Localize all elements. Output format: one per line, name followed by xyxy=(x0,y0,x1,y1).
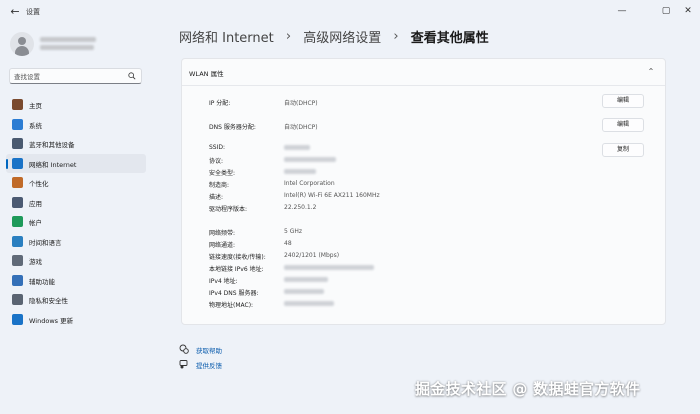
sidebar-item-accessibility[interactable]: 辅助功能 xyxy=(6,271,146,291)
network-band-label: 网络频带: xyxy=(209,230,236,237)
search-box[interactable] xyxy=(9,68,142,84)
sidebar-item-accounts[interactable]: 帐户 xyxy=(6,212,146,232)
help-icon xyxy=(179,344,189,354)
ipv4-dns-label: IPv4 DNS 服务器: xyxy=(209,290,259,297)
maximize-icon[interactable]: ▢ xyxy=(656,4,676,18)
sidebar-item-time-language[interactable]: 时间和语言 xyxy=(6,232,146,252)
close-icon[interactable]: ✕ xyxy=(678,4,698,18)
ipv4-value-blurred xyxy=(284,277,328,282)
protocol-value-blurred xyxy=(284,157,336,162)
breadcrumb-network[interactable]: 网络和 Internet xyxy=(179,27,274,46)
ipv6-label: 本地链接 IPv6 地址: xyxy=(209,266,264,273)
wlan-properties-card: WLAN 属性 ⌃ IP 分配: 自动(DHCP) 编辑 DNS 服务器分配: … xyxy=(181,58,666,325)
dns-assignment-value: 自动(DHCP) xyxy=(284,124,318,131)
mac-address-label: 物理地址(MAC): xyxy=(209,302,254,309)
feedback-icon xyxy=(179,360,188,369)
ipv4-dns-value-blurred xyxy=(284,289,324,294)
chevron-right-icon: › xyxy=(393,29,399,44)
sidebar-item-windows-update[interactable]: Windows 更新 xyxy=(6,310,146,330)
sidebar-item-network[interactable]: 网络和 Internet xyxy=(6,153,146,173)
search-icon[interactable] xyxy=(128,72,136,80)
breadcrumb-advanced-network[interactable]: 高级网络设置 xyxy=(303,27,381,46)
sidebar-nav: 主页 系统 蓝牙和其他设备 网络和 Internet 个性化 应用 帐户 时间和… xyxy=(6,95,146,329)
protocol-label: 协议: xyxy=(209,158,224,165)
home-icon xyxy=(12,99,23,110)
sidebar-item-home[interactable]: 主页 xyxy=(6,95,146,115)
avatar[interactable] xyxy=(10,32,34,56)
breadcrumb: 网络和 Internet › 高级网络设置 › 查看其他属性 xyxy=(179,27,489,47)
account-email-blurred xyxy=(40,45,94,50)
copy-button[interactable]: 复制 xyxy=(602,143,644,157)
sidebar-item-gaming[interactable]: 游戏 xyxy=(6,251,146,271)
chevron-up-icon[interactable]: ⌃ xyxy=(646,67,656,77)
sidebar-item-personalization[interactable]: 个性化 xyxy=(6,173,146,193)
apps-icon xyxy=(12,196,23,208)
bluetooth-devices-icon xyxy=(12,138,23,149)
dns-assignment-label: DNS 服务器分配: xyxy=(209,124,256,131)
title-bar: ← 设置 — ▢ ✕ xyxy=(0,0,700,24)
ipv4-label: IPv4 地址: xyxy=(209,278,238,285)
link-speed-label: 链接速度(接收/传输): xyxy=(209,254,266,261)
link-speed-value: 2402/1201 (Mbps) xyxy=(284,252,340,259)
shield-icon xyxy=(12,294,23,305)
description-value: Intel(R) Wi-Fi 6E AX211 160MHz xyxy=(284,192,380,199)
sidebar-item-bluetooth[interactable]: 蓝牙和其他设备 xyxy=(6,134,146,154)
driver-version-value: 22.250.1.2 xyxy=(284,204,317,211)
chevron-right-icon: › xyxy=(285,29,292,44)
network-band-value: 5 GHz xyxy=(284,228,303,235)
ssid-value-blurred xyxy=(284,145,310,150)
sidebar-item-privacy[interactable]: 隐私和安全性 xyxy=(6,290,146,310)
page-title: 查看其他属性 xyxy=(410,31,489,46)
edit-ip-button[interactable]: 编辑 xyxy=(602,94,644,108)
network-channel-value: 48 xyxy=(284,240,292,247)
account-icon xyxy=(12,216,23,227)
mac-address-value-blurred xyxy=(284,301,334,306)
sidebar-item-apps[interactable]: 应用 xyxy=(6,193,146,213)
back-arrow-icon[interactable]: ← xyxy=(8,5,22,19)
security-type-value-blurred xyxy=(284,169,316,174)
ip-assignment-label: IP 分配: xyxy=(209,100,231,107)
sidebar-item-system[interactable]: 系统 xyxy=(6,115,146,135)
gamepad-icon xyxy=(12,255,23,266)
watermark-text: 掘金技术社区 @ 数据蛙官方软件 xyxy=(415,380,641,398)
description-label: 描述: xyxy=(209,194,224,201)
app-title: 设置 xyxy=(26,8,40,16)
wifi-icon xyxy=(12,157,23,169)
ip-assignment-value: 自动(DHCP) xyxy=(284,100,318,107)
card-header[interactable]: WLAN 属性 ⌃ xyxy=(182,59,665,86)
card-title: WLAN 属性 xyxy=(189,70,224,78)
manufacturer-value: Intel Corporation xyxy=(284,180,335,187)
brush-icon xyxy=(12,177,23,188)
globe-clock-icon xyxy=(12,235,23,247)
update-icon xyxy=(12,313,23,325)
edit-dns-button[interactable]: 编辑 xyxy=(602,118,644,132)
driver-version-label: 驱动程序版本: xyxy=(209,206,248,213)
manufacturer-label: 制造商: xyxy=(209,182,230,189)
ipv6-value-blurred xyxy=(284,265,374,270)
network-channel-label: 网络通道: xyxy=(209,242,236,249)
system-icon xyxy=(12,118,23,130)
accessibility-icon xyxy=(12,274,23,286)
security-type-label: 安全类型: xyxy=(209,170,236,177)
minimize-icon[interactable]: — xyxy=(612,4,632,18)
account-name-blurred xyxy=(40,37,96,42)
search-input[interactable] xyxy=(14,71,124,82)
ssid-label: SSID: xyxy=(209,144,226,151)
